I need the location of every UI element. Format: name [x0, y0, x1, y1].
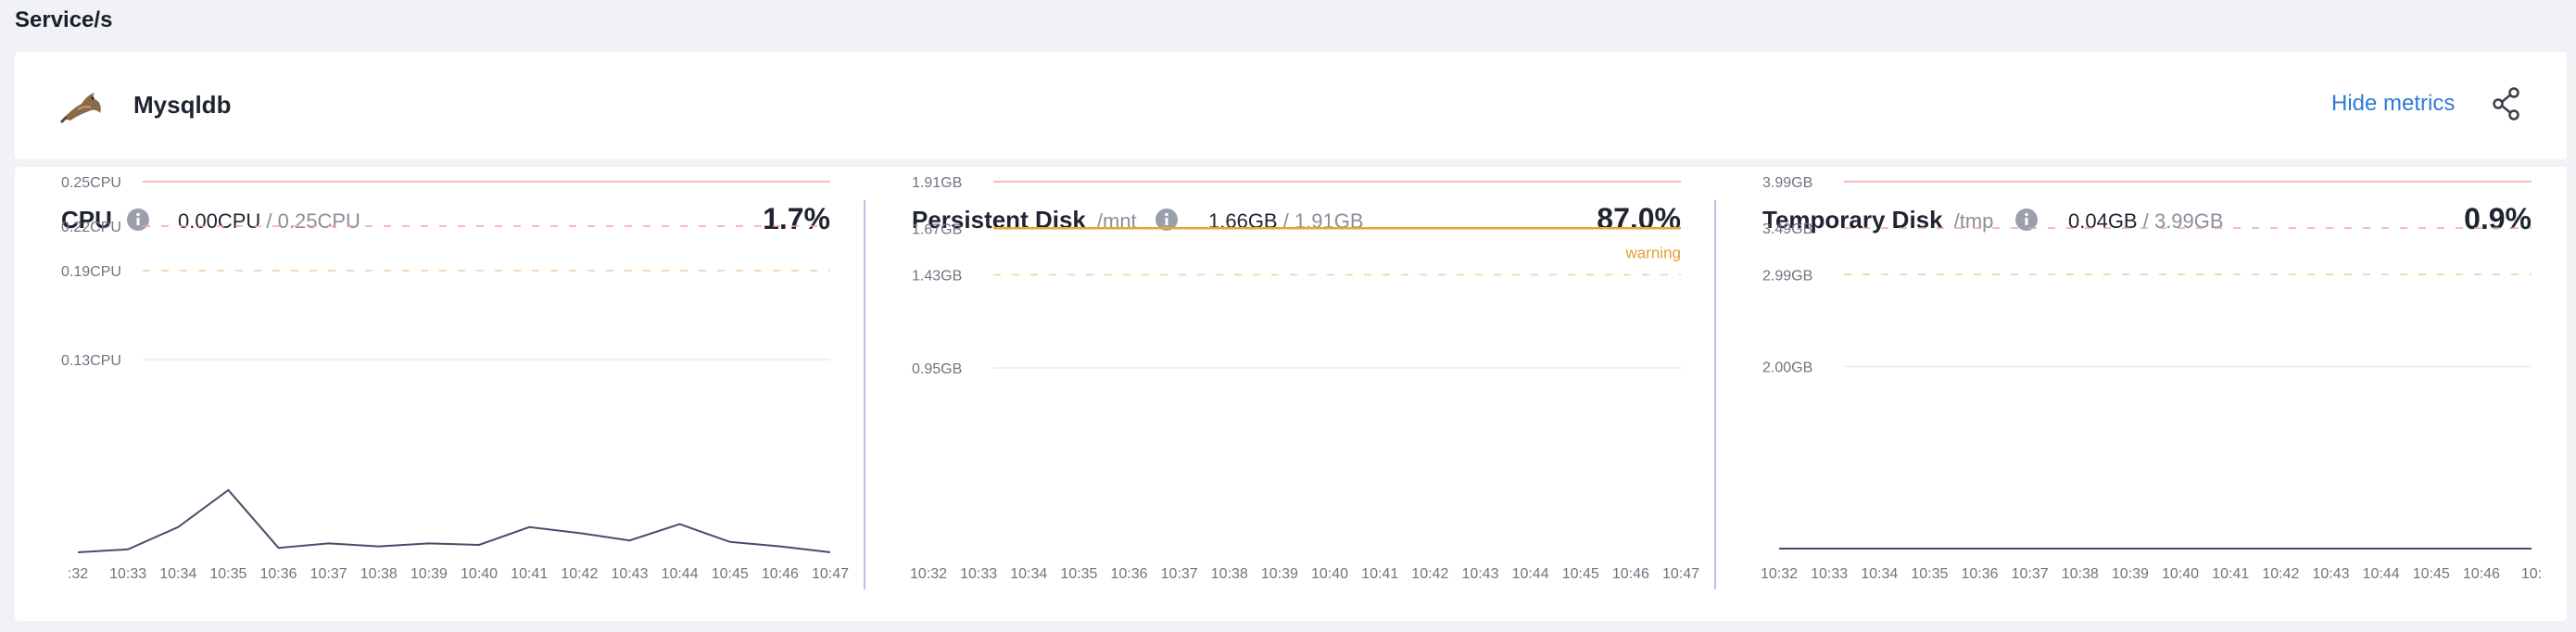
page-title: Service/s [15, 7, 113, 32]
y-tick-label: 0.95GB [912, 361, 962, 377]
service-name[interactable]: Mysqldb [133, 91, 231, 120]
y-tick-label: 3.99GB [1762, 175, 1812, 191]
usage-percent: 87.0% [1597, 202, 1681, 235]
x-tick-label: 10:45 [2413, 566, 2450, 582]
x-tick-label: 10:36 [1962, 566, 1999, 582]
y-tick-label: 1.91GB [912, 175, 962, 191]
x-tick-label: 10:34 [1861, 566, 1898, 582]
x-tick-label: 10:46 [762, 566, 799, 582]
y-tick-label: 2.00GB [1762, 360, 1812, 375]
metrics-card: CPU 0.00CPU / 0.25CPU 1.7% 0.25CPU 0.22CP… [15, 167, 2567, 621]
usage-limit: / 3.99GB [2142, 209, 2224, 233]
x-tick-label: 10:47 [812, 566, 849, 582]
usage-used: 0.00CPU [178, 209, 261, 233]
y-tick-label: 2.99GB [1762, 268, 1812, 284]
y-tick-label: 0.25CPU [61, 175, 121, 191]
y-tick-label: 0.19CPU [61, 264, 121, 280]
panel-divider [864, 200, 865, 589]
usage-percent: 1.7% [763, 202, 830, 235]
x-tick-label: 10:44 [1512, 566, 1549, 582]
persistent-disk-chart: 1.91GB 1.67GB 1.43GB 0.95GB warning 10:32 10:3… [910, 175, 1699, 582]
x-tick-label: 10:44 [662, 566, 699, 582]
y-tick-label: 1.67GB [912, 221, 962, 237]
x-tick-label: 10:40 [461, 566, 498, 582]
x-tick-label: 10:41 [511, 566, 548, 582]
series-line [77, 488, 831, 553]
x-tick-label: 10:41 [1361, 566, 1398, 582]
x-tick-label: 10:43 [2312, 566, 2349, 582]
x-tick-label: 10:38 [2062, 566, 2099, 582]
hide-metrics-link[interactable]: Hide metrics [2331, 91, 2455, 117]
x-tick-label: 10:42 [2262, 566, 2299, 582]
x-tick-label: 10:39 [410, 566, 448, 582]
x-tick-label: 10:33 [1811, 566, 1848, 582]
x-tick-label: 10:42 [561, 566, 598, 582]
x-tick-label: 10:43 [611, 566, 648, 582]
x-tick-label: 10:35 [209, 566, 246, 582]
x-tick-label: 10:41 [2212, 566, 2249, 582]
share-icon[interactable] [2491, 85, 2522, 122]
x-tick-label: 10:40 [1311, 566, 1348, 582]
usage-used: 0.04GB [2068, 209, 2138, 233]
x-tick-label: 10:45 [1562, 566, 1599, 582]
x-tick-label: 10:34 [1010, 566, 1047, 582]
panel-mount-path: /tmp [1953, 209, 1994, 233]
x-tick-label: 10:38 [360, 566, 398, 582]
x-tick-label: 10:46 [2463, 566, 2500, 582]
x-tick-label: 10:45 [712, 566, 749, 582]
x-tick-label: 10:37 [1161, 566, 1198, 582]
x-tick-label: 10:35 [1060, 566, 1097, 582]
temporary-disk-chart: 3.99GB 3.49GB 2.99GB 2.00GB 10:32 10:33 10:34 1… [1761, 175, 2542, 582]
x-tick-label: 10:42 [1411, 566, 1448, 582]
x-tick-label: 10:44 [2363, 566, 2400, 582]
mysql-dolphin-icon [59, 93, 101, 124]
y-tick-label: 0.13CPU [61, 353, 121, 369]
x-tick-label: 10:39 [1261, 566, 1298, 582]
service-header-card: Mysqldb Hide metrics [15, 52, 2567, 159]
usage-readout: 0.04GB / 3.99GB [2068, 209, 2224, 234]
usage-readout: 0.00CPU / 0.25CPU [178, 209, 360, 234]
x-tick-label: 10:46 [1612, 566, 1649, 582]
x-tick-label: 10:36 [260, 566, 297, 582]
x-tick-label: 10:38 [1211, 566, 1248, 582]
x-tick-label: :32 [68, 566, 88, 582]
temporary-disk-panel: Temporary Disk/tmp 0.04GB / 3.99GB 0.9% … [1761, 167, 2542, 621]
y-tick-label: 0.22CPU [61, 220, 121, 235]
y-tick-label: 1.43GB [912, 269, 962, 284]
panel-divider [1714, 200, 1716, 589]
x-tick-label: 10:47 [1662, 566, 1699, 582]
x-tick-label: 10:34 [159, 566, 196, 582]
x-tick-label: 10:37 [310, 566, 347, 582]
x-tick-label: 10:43 [1461, 566, 1498, 582]
x-tick-label: 10:40 [2162, 566, 2199, 582]
x-tick-label: 10:36 [1111, 566, 1148, 582]
usage-percent: 0.9% [2464, 202, 2532, 235]
x-tick-label: 10: [2521, 566, 2542, 582]
threshold-annotation: warning [1624, 244, 1681, 261]
x-tick-label: 10:39 [2112, 566, 2149, 582]
x-tick-label: 10:35 [1911, 566, 1948, 582]
x-tick-label: 10:32 [1761, 566, 1798, 582]
x-tick-label: 10:32 [910, 566, 947, 582]
x-tick-label: 10:33 [960, 566, 997, 582]
usage-readout: 1.66GB / 1.91GB [1208, 209, 1364, 234]
usage-limit: / 0.25CPU [266, 209, 360, 233]
persistent-disk-panel: Persistent Disk/mnt 1.66GB / 1.91GB 87.0… [910, 167, 1699, 621]
x-tick-label: 10:33 [109, 566, 146, 582]
x-tick-label: 10:37 [2012, 566, 2049, 582]
cpu-panel: CPU 0.00CPU / 0.25CPU 1.7% 0.25CPU 0.22CP… [61, 167, 849, 621]
cpu-chart: 0.25CPU 0.22CPU 0.19CPU 0.13CPU :32 10:33 10:3… [61, 175, 849, 582]
y-tick-label: 3.49GB [1762, 221, 1812, 237]
info-icon[interactable] [126, 208, 150, 232]
